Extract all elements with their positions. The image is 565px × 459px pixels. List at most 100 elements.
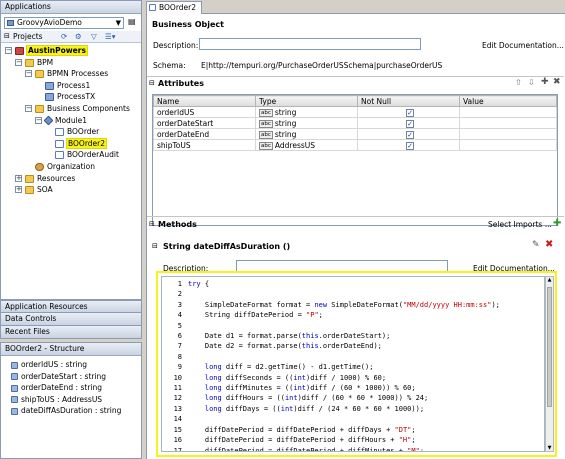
code-line[interactable]: 14 bbox=[162, 414, 500, 424]
accordion-data-controls[interactable]: Data Controls bbox=[0, 313, 142, 326]
code-lines: 1 try {2 3 SimpleDateFormat format = new S… bbox=[162, 279, 500, 452]
not-null-checkbox[interactable]: ✓ bbox=[406, 108, 414, 117]
attribute-value[interactable] bbox=[459, 128, 557, 140]
attribute-type-cell[interactable]: abc string bbox=[255, 106, 358, 118]
app-selector[interactable]: GroovyAvioDemo ▼ bbox=[4, 17, 124, 29]
code-line[interactable]: 5 bbox=[162, 321, 500, 331]
code-line[interactable]: 16 diffDatePeriod = diffDatePeriod + dif… bbox=[162, 435, 500, 445]
code-line[interactable]: 8 bbox=[162, 352, 500, 362]
tree-item[interactable]: ProcessTX bbox=[45, 91, 95, 102]
settings-icon[interactable]: ⚙ bbox=[75, 32, 82, 41]
attribute-type-cell[interactable]: abc string bbox=[255, 117, 358, 129]
filter-icon[interactable]: ▽ bbox=[91, 32, 97, 41]
add-method-icon[interactable]: ✚ bbox=[553, 218, 561, 229]
tree-item[interactable]: Business Components bbox=[35, 103, 130, 114]
attribute-type-cell[interactable]: abc AddressUS bbox=[255, 139, 358, 151]
edit-icon[interactable]: ✎ bbox=[532, 240, 540, 250]
scroll-thumb[interactable] bbox=[547, 287, 552, 407]
attribute-type-cell[interactable]: abc string bbox=[255, 128, 358, 140]
expand-icon[interactable]: + bbox=[15, 174, 22, 182]
collapse-icon[interactable]: ⊟ bbox=[4, 32, 10, 40]
column-header[interactable]: Value bbox=[459, 95, 557, 107]
not-null-cell: ✓ bbox=[357, 117, 460, 129]
code-editor[interactable]: 1 try {2 3 SimpleDateFormat format = new S… bbox=[161, 276, 545, 452]
attribute-name[interactable]: orderDateEnd bbox=[153, 128, 256, 140]
tree-item[interactable]: Organization bbox=[35, 161, 95, 172]
description-field[interactable] bbox=[199, 38, 421, 50]
structure-item[interactable]: orderIdUS : string bbox=[11, 359, 87, 370]
tree-item[interactable]: Resources bbox=[25, 173, 75, 184]
code-line[interactable]: 12 long diffHours = ((int)diff / (60 * 6… bbox=[162, 393, 500, 403]
delete-method-icon[interactable]: ✖ bbox=[545, 239, 553, 250]
tree-item[interactable]: BPM bbox=[25, 57, 53, 68]
tree-item[interactable]: AustinPowers bbox=[15, 45, 88, 56]
code-line[interactable]: 4 String diffDatePeriod = "P"; bbox=[162, 310, 500, 320]
move-down-icon[interactable]: ⇩ bbox=[528, 78, 535, 87]
tree-item[interactable]: BOOrder2 bbox=[55, 137, 108, 149]
code-line[interactable]: 17 diffDatePeriod = diffDatePeriod + dif… bbox=[162, 446, 500, 452]
code-line[interactable]: 15 diffDatePeriod = diffDatePeriod + dif… bbox=[162, 425, 500, 435]
structure-item[interactable]: shipToUS : AddressUS bbox=[11, 394, 102, 405]
edit-documentation-link[interactable]: Edit Documentation... bbox=[482, 41, 564, 50]
code-line[interactable]: 13 long diffDays = ((int)diff / (24 * 60… bbox=[162, 404, 500, 414]
code-line[interactable]: 9 long diff = d2.getTime() - d1.getTime(… bbox=[162, 362, 500, 372]
not-null-checkbox[interactable]: ✓ bbox=[406, 130, 414, 139]
collapse-icon[interactable]: − bbox=[15, 58, 22, 66]
code-line[interactable]: 11 long diffMinutes = ((int)diff / (60 *… bbox=[162, 383, 500, 393]
attribute-value[interactable] bbox=[459, 117, 557, 129]
expand-icon[interactable]: + bbox=[15, 186, 22, 194]
add-icon[interactable]: ✚ bbox=[541, 77, 549, 87]
attribute-name[interactable]: orderIdUS bbox=[153, 106, 256, 118]
vertical-scrollbar[interactable]: ▲ ▼ bbox=[545, 276, 554, 452]
table-row[interactable]: orderDateEnd abc string ✓ bbox=[153, 128, 557, 140]
tree-item-label: AustinPowers bbox=[26, 45, 88, 56]
accordion-recent-files[interactable]: Recent Files bbox=[0, 326, 142, 339]
attribute-name[interactable]: orderDateStart bbox=[153, 117, 256, 129]
table-row[interactable]: orderIdUS abc string ✓ bbox=[153, 106, 557, 118]
code-line[interactable]: 2 bbox=[162, 289, 500, 299]
app-menu-icon[interactable]: ▤ bbox=[128, 17, 136, 26]
structure-item[interactable]: dateDiffAsDuration : string bbox=[11, 405, 121, 416]
chevron-down-icon[interactable]: ▼ bbox=[116, 18, 121, 28]
delete-icon[interactable]: ✖ bbox=[553, 77, 561, 87]
accordion-application-resources[interactable]: Application Resources bbox=[0, 300, 142, 313]
table-row[interactable]: orderDateStart abc string ✓ bbox=[153, 117, 557, 129]
column-header[interactable]: Type bbox=[255, 95, 358, 107]
attribute-name[interactable]: shipToUS bbox=[153, 139, 256, 151]
refresh-icon[interactable]: ⟳ bbox=[61, 32, 67, 41]
code-keyword: int bbox=[293, 373, 307, 382]
code-line[interactable]: 1 try { bbox=[162, 279, 500, 289]
code-line[interactable]: 10 long diffSeconds = ((int)diff / 1000)… bbox=[162, 373, 500, 383]
tree-item[interactable]: BOOrderAudit bbox=[55, 149, 119, 160]
select-imports-link[interactable]: Select Imports ... bbox=[488, 220, 552, 229]
collapse-icon[interactable]: − bbox=[25, 105, 32, 112]
column-header[interactable]: Not Null bbox=[357, 95, 460, 107]
column-header[interactable]: Name bbox=[153, 95, 256, 107]
tree-item[interactable]: BPMN Processes bbox=[35, 68, 108, 79]
collapse-icon[interactable]: − bbox=[5, 47, 12, 54]
tree-item[interactable]: Process1 bbox=[45, 80, 90, 91]
code-line[interactable]: 3 SimpleDateFormat format = new SimpleDa… bbox=[162, 300, 500, 310]
structure-item[interactable]: orderDateEnd : string bbox=[11, 382, 102, 393]
table-row[interactable]: shipToUS abc AddressUS ✓ bbox=[153, 139, 557, 151]
not-null-checkbox[interactable]: ✓ bbox=[406, 119, 414, 128]
view-options-icon[interactable]: ☰▾ bbox=[105, 32, 116, 41]
collapse-icon[interactable]: − bbox=[35, 116, 42, 124]
collapse-icon[interactable]: − bbox=[25, 70, 32, 78]
attribute-value[interactable] bbox=[459, 139, 557, 151]
scroll-down-icon[interactable]: ▼ bbox=[546, 445, 553, 451]
move-up-icon[interactable]: ⇧ bbox=[515, 78, 522, 87]
code-line[interactable]: 7 Date d2 = format.parse(this.orderDateE… bbox=[162, 341, 500, 351]
tree-item[interactable]: BOOrder bbox=[55, 126, 99, 137]
collapse-icon[interactable]: ⊟ bbox=[149, 220, 155, 228]
attribute-value[interactable] bbox=[459, 106, 557, 118]
tree-item[interactable]: SOA bbox=[25, 184, 53, 195]
collapse-icon[interactable]: ⊟ bbox=[152, 242, 158, 250]
tab-boorder2[interactable]: BOOrder2 bbox=[146, 1, 202, 14]
not-null-checkbox[interactable]: ✓ bbox=[406, 141, 414, 150]
collapse-icon[interactable]: ⊟ bbox=[149, 79, 155, 87]
tree-item[interactable]: Module1 bbox=[43, 115, 87, 126]
code-line[interactable]: 6 Date d1 = format.parse(this.orderDateS… bbox=[162, 331, 500, 341]
scroll-up-icon[interactable]: ▲ bbox=[546, 277, 553, 283]
structure-item[interactable]: orderDateStart : string bbox=[11, 371, 106, 382]
